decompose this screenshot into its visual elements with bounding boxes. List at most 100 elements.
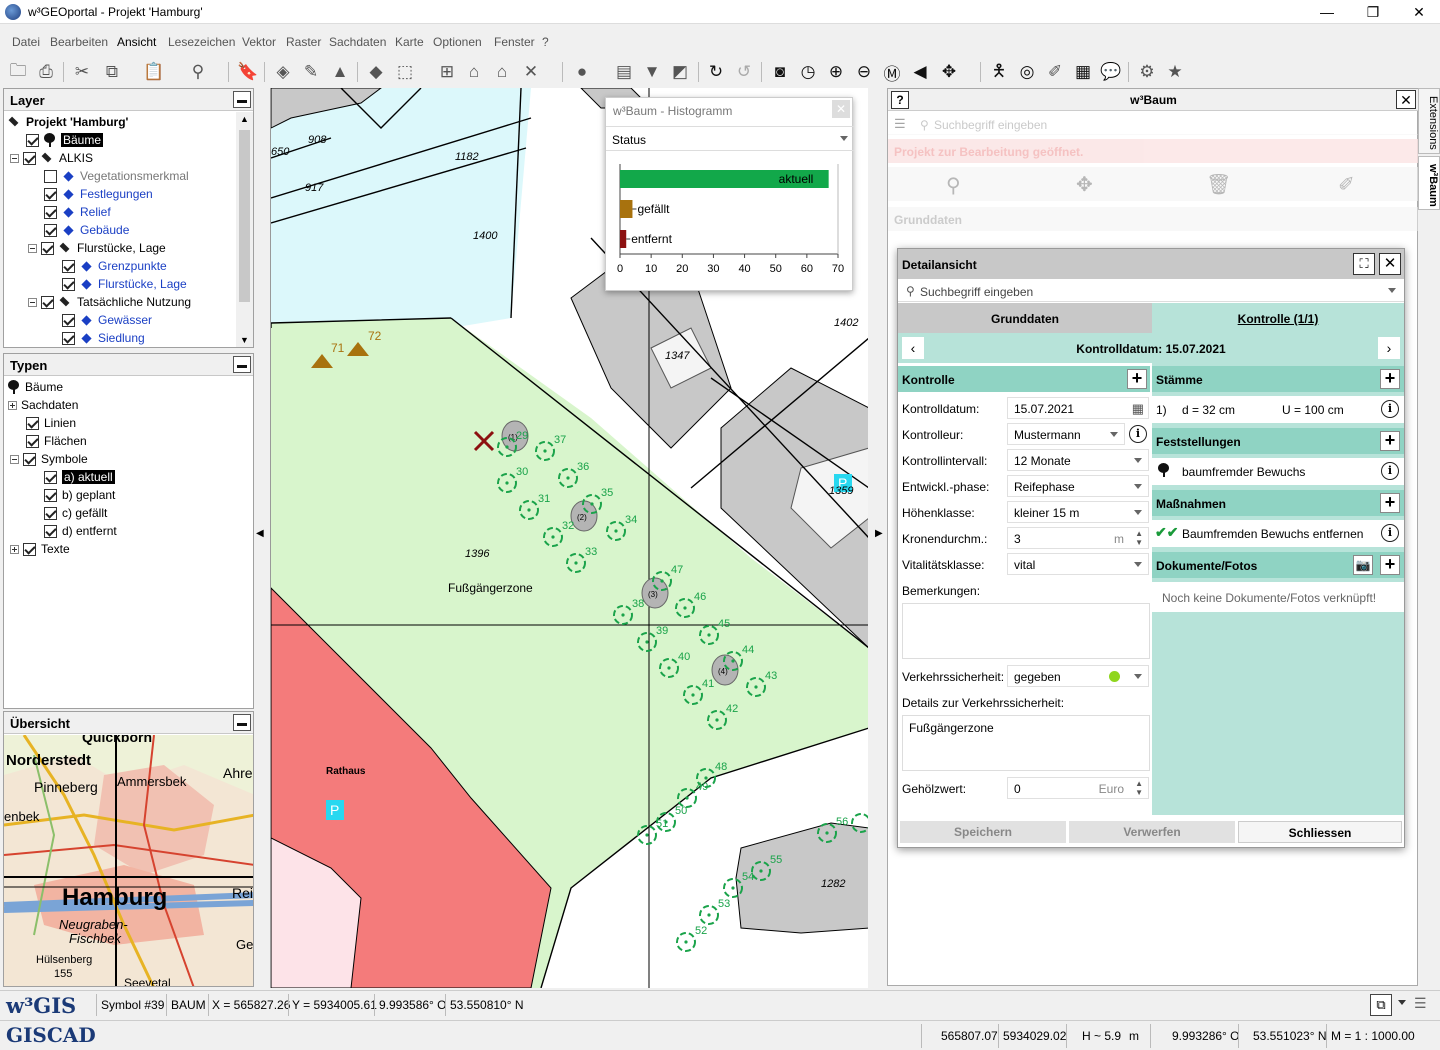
expand-icon[interactable] — [8, 400, 17, 410]
vitality-select[interactable]: vital — [1007, 553, 1149, 575]
delete-vertex-icon[interactable]: ✕ — [519, 60, 543, 84]
type-linien[interactable]: Linien — [26, 414, 76, 432]
tree-layer-baeume[interactable]: Bäume — [26, 131, 104, 149]
target-icon[interactable]: ◎ — [1015, 60, 1039, 84]
checkbox[interactable] — [41, 241, 54, 255]
info-icon[interactable]: i — [1381, 400, 1399, 418]
menu-fenster[interactable]: Fenster — [494, 35, 535, 49]
grid-icon[interactable]: ⊞ — [435, 60, 459, 84]
dock-search-bar[interactable]: ☰ ⚲ Suchbegriff eingeben — [888, 113, 1419, 135]
layer-scrollbar[interactable]: ▲ ▼ — [236, 112, 253, 347]
histogram-field-select[interactable]: Status — [606, 126, 854, 151]
zoom-back-icon[interactable]: ◀ — [908, 60, 932, 84]
detail-close-button[interactable]: ✕ — [1379, 253, 1401, 275]
checkbox[interactable] — [44, 223, 57, 237]
tree-layer-vegetation[interactable]: Vegetationsmerkmal — [44, 167, 189, 185]
close-button[interactable]: Schliessen — [1238, 821, 1402, 843]
collapse-icon[interactable] — [28, 297, 37, 307]
search-icon[interactable]: ⚲ — [186, 60, 210, 84]
histogram-close-button[interactable]: ✕ — [832, 100, 850, 118]
draw-line-icon[interactable]: ✎ — [299, 60, 323, 84]
checkbox[interactable] — [44, 187, 57, 201]
checkbox[interactable] — [41, 295, 54, 309]
bookmark-icon[interactable]: 🔖 — [236, 60, 260, 84]
checkbox[interactable] — [44, 169, 57, 183]
refresh-icon[interactable]: ↻ — [704, 60, 728, 84]
menu-datei[interactable]: Datei — [12, 35, 40, 49]
tab-grunddaten[interactable]: Grunddaten — [898, 303, 1152, 333]
menu-raster[interactable]: Raster — [286, 35, 321, 49]
tree-layer-nutzung[interactable]: Tatsächliche Nutzung — [28, 293, 191, 311]
menu-sachdaten[interactable]: Sachdaten — [329, 35, 386, 49]
add-tree-icon[interactable]: ⚲ — [946, 173, 961, 198]
expand-icon[interactable] — [10, 544, 19, 554]
add-control-button[interactable]: + — [1127, 369, 1147, 389]
discard-button[interactable]: Verwerfen — [1069, 821, 1235, 843]
fullscreen-icon[interactable]: ⛶ — [1353, 253, 1375, 275]
type-symbole[interactable]: Symbole — [10, 450, 88, 468]
copy-icon[interactable]: ⧉ — [100, 60, 124, 84]
vertex-icon[interactable]: ◆ — [364, 60, 388, 84]
traffic-details-textarea[interactable]: Fußgängerzone — [902, 715, 1150, 771]
checkbox[interactable] — [62, 277, 75, 291]
checkbox[interactable] — [23, 151, 36, 165]
menu-ansicht[interactable]: Ansicht — [117, 35, 156, 49]
tree-layer-festlegungen[interactable]: Festlegungen — [44, 185, 153, 203]
detail-search-input[interactable]: ⚲ Suchbegriff eingeben — [898, 280, 1404, 302]
gear-icon[interactable]: ⚙ — [1135, 60, 1159, 84]
checkbox[interactable] — [26, 416, 39, 430]
menu-icon[interactable]: ☰ — [894, 116, 906, 132]
spinner-icon[interactable]: ▲ ▼ — [1135, 779, 1143, 797]
tab-kontrolle[interactable]: Kontrolle (1/1) — [1152, 303, 1404, 333]
traffic-select[interactable]: gegeben — [1007, 665, 1149, 687]
minimize-button[interactable]: — — [1304, 0, 1350, 24]
table-icon[interactable]: ▦ — [1071, 60, 1095, 84]
measure-row[interactable]: ✔✔ Baumfremden Bewuchs entfernen i — [1152, 520, 1404, 547]
type-entfernt[interactable]: d) entfernt — [44, 522, 117, 540]
checkbox[interactable] — [26, 434, 39, 448]
edit-icon[interactable]: ✐ — [1338, 172, 1355, 197]
hatch-icon[interactable]: ▤ — [612, 60, 636, 84]
type-aktuell[interactable]: a) aktuell — [44, 468, 115, 486]
checkbox[interactable] — [44, 488, 57, 502]
control-date-input[interactable]: 15.07.2021 ▦ — [1007, 397, 1149, 419]
collapse-icon[interactable] — [10, 454, 19, 464]
checkbox[interactable] — [44, 506, 57, 520]
zoom-in-icon[interactable]: ⊕ — [824, 60, 848, 84]
select-box-icon[interactable]: ⬚ — [393, 60, 417, 84]
checkbox[interactable] — [62, 259, 75, 273]
menu-optionen[interactable]: Optionen — [433, 35, 482, 49]
info-icon[interactable]: i — [1381, 462, 1399, 480]
checkbox[interactable] — [44, 205, 57, 219]
move-icon[interactable]: ✥ — [1076, 172, 1093, 197]
zoom-time-icon[interactable]: ◷ — [796, 60, 820, 84]
point-icon[interactable]: ● — [570, 60, 594, 84]
tree-layer-grenzpunkte[interactable]: Grenzpunkte — [62, 257, 167, 275]
building-icon[interactable]: ⌂ — [462, 60, 486, 84]
checkbox[interactable] — [44, 470, 57, 484]
trash-icon[interactable]: 🗑 — [1206, 172, 1231, 197]
tab-extensions[interactable]: Extensions — [1418, 88, 1440, 154]
add-stem-button[interactable]: + — [1380, 369, 1400, 389]
comment-icon[interactable]: 💬 — [1099, 60, 1123, 84]
tree-project[interactable]: Projekt 'Hamburg' — [8, 113, 128, 131]
close-window-button[interactable]: ✕ — [1396, 0, 1440, 24]
buildings-icon[interactable]: ⌂ — [490, 60, 514, 84]
phase-select[interactable]: Reifephase — [1007, 475, 1149, 497]
scroll-thumb[interactable] — [239, 130, 250, 302]
overview-panel-minimize-button[interactable] — [233, 714, 251, 731]
pan-icon[interactable]: ✥ — [937, 60, 961, 84]
edit-icon[interactable]: ✐ — [1043, 60, 1067, 84]
spinner-icon[interactable]: ▲ ▼ — [1135, 529, 1143, 547]
wood-value-input[interactable]: 0 Euro ▲ ▼ — [1007, 777, 1149, 799]
checkbox[interactable] — [44, 524, 57, 538]
type-texte[interactable]: Texte — [10, 540, 70, 558]
inspector-select[interactable]: Mustermann — [1007, 423, 1125, 445]
tree-layer-gewaesser[interactable]: Gewässer — [62, 311, 152, 329]
save-button[interactable]: Speichern — [900, 821, 1066, 843]
paste-icon[interactable]: 📋 — [142, 60, 166, 84]
overview-map[interactable]: Quickborn Norderstedt Ammersbek Ahre Pin… — [4, 735, 254, 987]
camera-icon[interactable]: 📷 — [1353, 555, 1373, 575]
type-flaechen[interactable]: Flächen — [26, 432, 87, 450]
chevron-down-icon[interactable] — [1398, 1000, 1406, 1009]
